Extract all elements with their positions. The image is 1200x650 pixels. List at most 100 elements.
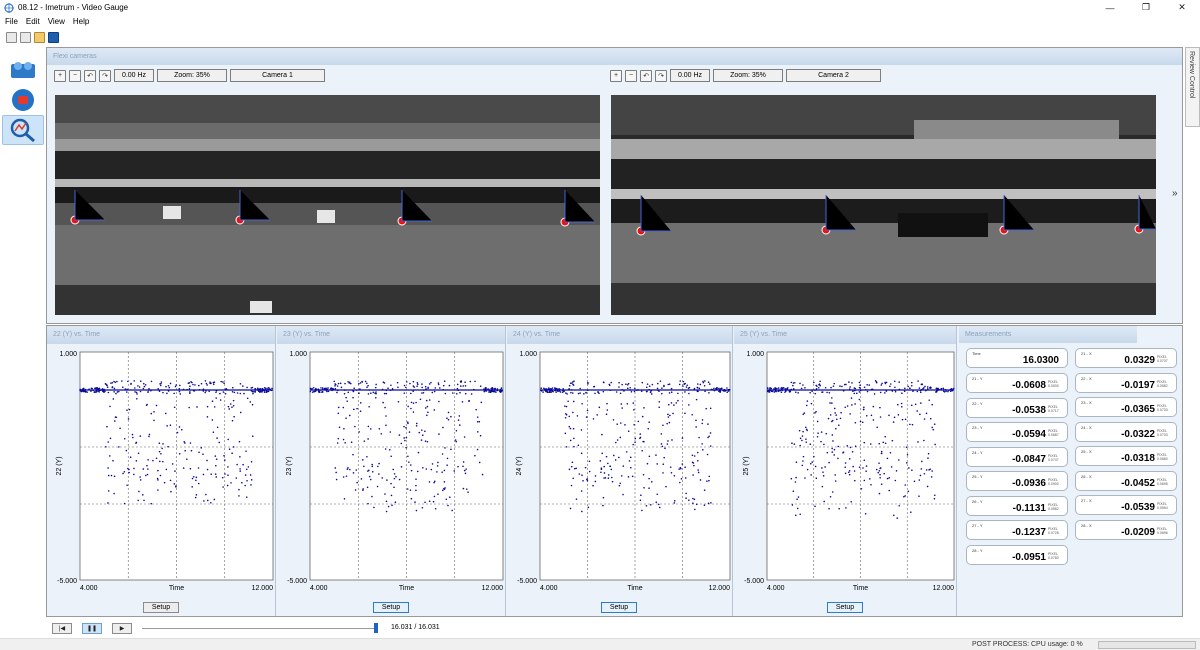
scatter-point [476, 421, 479, 423]
rotate-right-icon[interactable]: ↷ [655, 69, 667, 82]
measurement-time[interactable]: Time 16.0300 [966, 348, 1068, 368]
scatter-point [231, 406, 233, 408]
measurement-value: -0.1237 [1012, 527, 1046, 538]
zoom-out-icon[interactable]: − [69, 69, 81, 82]
scatter-point [798, 429, 801, 432]
scatter-point [127, 467, 129, 470]
scatter-point [828, 461, 830, 464]
scatter-point [197, 384, 200, 387]
scatter-point [799, 513, 801, 516]
scatter-point [911, 469, 913, 472]
scatter-point [898, 504, 900, 507]
timeline-slider-thumb[interactable] [374, 623, 378, 633]
measurement-card[interactable]: 27 - X -0.0539 PIXEL 0.0594 [1075, 495, 1177, 515]
scatter-point [173, 483, 176, 485]
expand-chevron-icon[interactable]: » [1172, 188, 1178, 199]
scatter-point [448, 384, 451, 387]
menu-help[interactable]: Help [73, 17, 89, 26]
camera-icon[interactable] [6, 31, 17, 43]
scatter-point [942, 387, 945, 390]
measurement-card[interactable]: 25 - Y -0.0936 PIXEL 0.0900 [966, 471, 1068, 491]
record-tool-button[interactable] [2, 85, 44, 115]
scatter-point [907, 490, 910, 493]
scatter-point [481, 473, 484, 476]
scatter-point [421, 434, 424, 436]
scatter-point [139, 380, 142, 383]
measurement-value: -0.0847 [1012, 453, 1046, 465]
scatter-point [849, 386, 851, 388]
measurement-card[interactable]: 23 - Y -0.0594 PIXEL 0.0687 [966, 422, 1068, 442]
setup-button[interactable]: Setup [601, 602, 637, 613]
timeline-slider[interactable] [142, 628, 376, 629]
review-control-tab[interactable]: Review Control [1185, 47, 1200, 127]
measurement-card[interactable]: 24 - X -0.0322 PIXEL 0.0733 [1075, 421, 1177, 442]
chart-24[interactable]: 1.000 -5.0004.000 12.000 Time 24 (Y) [507, 344, 733, 594]
rotate-left-icon[interactable]: ↶ [640, 69, 652, 82]
setup-button[interactable]: Setup [143, 602, 179, 613]
cameras-tool-button[interactable] [2, 55, 44, 85]
chart-22[interactable]: 1.000 -5.0004.000 12.000 Time 22 (Y) [47, 344, 276, 594]
measurement-card[interactable]: 27 - Y -0.1237 PIXEL 0.0728 [966, 520, 1068, 540]
measurement-card[interactable]: 28 - X -0.0209 PIXEL 0.0696 [1075, 519, 1177, 540]
measurement-card[interactable]: 21 - Y -0.0608 PIXEL 0.0000 [966, 373, 1068, 393]
menu-file[interactable]: File [5, 17, 18, 26]
minimize-button[interactable]: — [1092, 0, 1128, 15]
scatter-point [125, 449, 128, 452]
restore-button[interactable]: ❐ [1128, 0, 1164, 15]
title-bar: 08.12 - Imetrum - Video Gauge — ❐ ✕ [0, 0, 1200, 15]
measurement-card[interactable]: 25 - X -0.0318 PIXEL 0.0680 [1075, 446, 1177, 466]
scatter-point [137, 499, 139, 502]
scatter-point [223, 382, 225, 385]
chart-title: 22 (Y) vs. Time [47, 326, 275, 344]
scatter-point [810, 474, 812, 476]
scatter-point [480, 401, 483, 404]
scatter-point [695, 398, 698, 401]
scatter-point [709, 445, 712, 447]
camera2-view[interactable] [611, 95, 1156, 315]
play-button[interactable]: ▶ [112, 623, 132, 634]
scatter-point [663, 456, 665, 459]
measurement-card[interactable]: 24 - Y -0.0847 PIXEL 0.0747 [966, 446, 1068, 467]
measurement-card[interactable]: 26 - X -0.0452 PIXEL 0.0695 [1075, 470, 1177, 491]
menu-view[interactable]: View [48, 17, 65, 26]
zoom-in-icon[interactable]: + [610, 69, 622, 82]
scatter-point [806, 468, 809, 471]
rewind-button[interactable]: |◀ [52, 623, 72, 634]
analysis-tool-button[interactable] [2, 115, 44, 145]
save-icon[interactable] [48, 31, 59, 43]
measurement-card[interactable]: 21 - X 0.0329 PIXEL 0.0707 [1075, 348, 1177, 368]
save-frame-icon[interactable] [20, 31, 31, 43]
camera1-view[interactable] [55, 95, 600, 315]
measurement-card[interactable]: 26 - Y -0.1131 PIXEL 0.0582 [966, 495, 1068, 516]
close-button[interactable]: ✕ [1164, 0, 1200, 15]
open-project-icon[interactable] [34, 31, 45, 43]
measurement-card[interactable]: 23 - X -0.0365 PIXEL 0.0733 [1075, 397, 1177, 417]
measurement-card[interactable]: 28 - Y -0.0951 PIXEL 0.0780 [966, 544, 1068, 565]
menu-edit[interactable]: Edit [26, 17, 40, 26]
zoom-in-icon[interactable]: + [54, 69, 66, 82]
scatter-point [592, 484, 594, 487]
scatter-point [573, 467, 576, 470]
pause-button[interactable]: ❚❚ [82, 623, 102, 634]
scatter-point [342, 476, 345, 478]
rotate-left-icon[interactable]: ↶ [84, 69, 96, 82]
measurement-card[interactable]: 22 - X -0.0197 PIXEL 0.0582 [1075, 372, 1177, 393]
scatter-point [917, 441, 919, 443]
setup-button[interactable]: Setup [373, 602, 409, 613]
scatter-point [112, 398, 115, 400]
scatter-point [797, 392, 799, 394]
rotate-right-icon[interactable]: ↷ [99, 69, 111, 82]
chart-25[interactable]: 1.000 -5.0004.000 12.000 Time 25 (Y) [734, 344, 957, 594]
scatter-point [904, 418, 907, 421]
scatter-point [410, 497, 413, 500]
scatter-point [620, 422, 622, 424]
scatter-point [139, 479, 142, 481]
scatter-point [428, 500, 431, 503]
scatter-point [831, 402, 833, 404]
scatter-point [434, 387, 437, 389]
measurement-card[interactable]: 22 - Y -0.0538 PIXEL 0.0717 [966, 397, 1068, 418]
zoom-out-icon[interactable]: − [625, 69, 637, 82]
scatter-point [661, 445, 664, 448]
setup-button[interactable]: Setup [827, 602, 863, 613]
chart-23[interactable]: 1.000 -5.0004.000 12.000 Time 23 (Y) [277, 344, 506, 594]
